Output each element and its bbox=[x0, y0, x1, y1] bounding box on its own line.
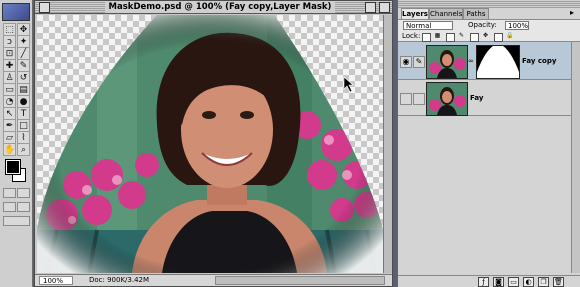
horizontal-scrollbar[interactable] bbox=[215, 276, 385, 285]
lock-image-checkbox[interactable] bbox=[446, 33, 455, 42]
arrow-cursor-icon bbox=[343, 76, 354, 93]
quick-mask-mode-button[interactable] bbox=[17, 188, 30, 198]
lock-transparency-checkbox[interactable] bbox=[422, 33, 431, 42]
zoom-box-icon[interactable] bbox=[365, 2, 376, 13]
lock-all-icon: 🔒 bbox=[506, 32, 514, 39]
palette-menu-icon[interactable]: ▸ bbox=[570, 9, 578, 17]
tab-layers[interactable]: Layers bbox=[401, 8, 429, 19]
new-layer-icon[interactable]: ❐ bbox=[538, 277, 549, 287]
opacity-label: Opacity: bbox=[468, 21, 497, 29]
layer-thumbnail[interactable] bbox=[426, 45, 468, 79]
foreground-color-swatch[interactable] bbox=[5, 159, 21, 175]
palette-options-row: Normal Opacity: 100% bbox=[398, 19, 580, 31]
document-window: MaskDemo.psd @ 100% (Fay copy,Layer Mask… bbox=[34, 0, 393, 287]
layer-mask-thumbnail[interactable] bbox=[476, 45, 520, 79]
layer-row-fay-copy[interactable]: ◉ ✎ ∞ Fay copy bbox=[398, 42, 571, 80]
document-title: MaskDemo.psd @ 100% (Fay copy,Layer Mask… bbox=[105, 1, 335, 13]
standard-mode-button[interactable] bbox=[3, 188, 16, 198]
mask-link-brush-icon[interactable]: ✎ bbox=[413, 56, 425, 68]
adjustment-layer-icon[interactable]: ◐ bbox=[523, 277, 534, 287]
document-size-info[interactable]: Doc: 900K/3.42M bbox=[89, 276, 209, 285]
eye-toggle-empty[interactable] bbox=[400, 93, 412, 105]
blend-mode-select[interactable]: Normal bbox=[403, 21, 453, 30]
vertical-scrollbar[interactable] bbox=[383, 15, 392, 273]
hand-icon[interactable]: ✋ bbox=[3, 143, 16, 156]
link-toggle-empty[interactable] bbox=[413, 93, 425, 105]
zoom-icon[interactable]: ⌕ bbox=[17, 143, 30, 156]
lock-position-icon: ✥ bbox=[482, 32, 489, 39]
toolbox: ⬚ ✥ ↄ ✦ ⊡ ╱ ✚ ✎ ♙ ↺ ▭ ▤ ◔ ● ↖ T ✒ □ ▱ ⌇ ✋ ⌕ bbox=[0, 0, 33, 287]
lock-position-checkbox[interactable] bbox=[470, 33, 479, 42]
lock-label: Lock: bbox=[402, 32, 421, 40]
close-box-icon[interactable] bbox=[39, 2, 50, 13]
image-canvas[interactable] bbox=[37, 15, 383, 273]
layer-row-fay[interactable]: Fay bbox=[398, 80, 571, 116]
layer-style-icon[interactable]: ƒ bbox=[478, 277, 489, 287]
tab-channels[interactable]: Channels bbox=[429, 8, 463, 19]
palette-bottom-bar: ƒ ◙ ▭ ◐ ❐ 🗑 bbox=[398, 275, 580, 287]
palette-titlebar[interactable] bbox=[398, 0, 580, 8]
layer-name-fay-copy[interactable]: Fay copy bbox=[522, 57, 556, 65]
palette-scrollbar[interactable] bbox=[571, 42, 580, 273]
chain-link-icon[interactable]: ∞ bbox=[468, 57, 474, 65]
tab-paths[interactable]: Paths bbox=[463, 8, 489, 19]
add-mask-icon[interactable]: ◙ bbox=[493, 277, 504, 287]
photoshop-logo[interactable] bbox=[2, 3, 30, 21]
lock-row: Lock: ▦ ✎ ✥ 🔒 bbox=[398, 31, 580, 42]
jump-to-imageready-button[interactable] bbox=[3, 216, 30, 226]
masked-photo bbox=[37, 15, 383, 273]
lock-image-icon: ✎ bbox=[458, 32, 465, 39]
collapse-box-icon[interactable] bbox=[379, 2, 390, 13]
screen-mode-standard-button[interactable] bbox=[3, 202, 16, 212]
document-titlebar[interactable]: MaskDemo.psd @ 100% (Fay copy,Layer Mask… bbox=[35, 1, 392, 14]
zoom-field[interactable]: 100% bbox=[39, 276, 73, 285]
lock-all-checkbox[interactable] bbox=[494, 33, 503, 42]
trash-icon[interactable]: 🗑 bbox=[553, 277, 564, 287]
layers-palette: Layers Channels Paths ▸ Normal Opacity: … bbox=[397, 0, 580, 287]
lock-transparency-icon: ▦ bbox=[434, 32, 441, 39]
new-set-icon[interactable]: ▭ bbox=[508, 277, 519, 287]
layer-thumbnail[interactable] bbox=[426, 82, 468, 116]
layer-name-fay[interactable]: Fay bbox=[470, 94, 483, 102]
eye-icon[interactable]: ◉ bbox=[400, 56, 412, 68]
opacity-field[interactable]: 100% bbox=[505, 21, 529, 30]
status-bar: 100% Doc: 900K/3.42M bbox=[35, 274, 392, 286]
screen-mode-full-button[interactable] bbox=[17, 202, 30, 212]
